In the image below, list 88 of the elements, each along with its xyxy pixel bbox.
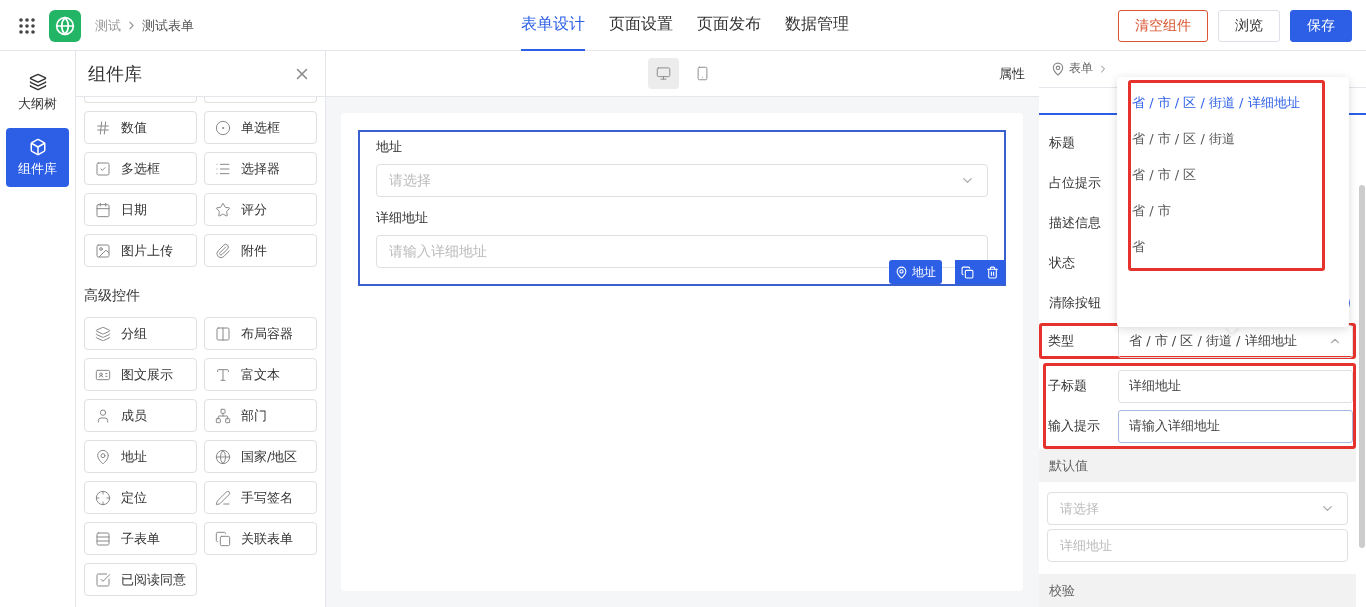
property-label: 类型	[1048, 332, 1075, 350]
component-tile[interactable]: 选择器	[204, 152, 317, 185]
component-tile[interactable]: 富文本	[204, 358, 317, 391]
toolbar-button[interactable]: 清空组件	[1118, 9, 1208, 42]
dropdown-option[interactable]: 省	[1131, 229, 1322, 265]
selected-field-frame[interactable]: 地址 请选择 详细地址 请输入详细地址 地址	[358, 130, 1006, 286]
scrollbar[interactable]	[1359, 185, 1365, 548]
tree-icon	[215, 407, 231, 424]
field-label: 地址	[376, 138, 403, 156]
component-tile[interactable]: 评分	[204, 193, 317, 226]
input-field[interactable]: 详细地址	[1118, 369, 1353, 403]
breadcrumb-item[interactable]: 表单	[1069, 60, 1093, 78]
input-field[interactable]: 请输入详细地址	[1118, 409, 1353, 443]
map-pin-icon	[1051, 61, 1065, 76]
crosshair-icon	[95, 489, 111, 506]
dropdown-option[interactable]: 省 / 市 / 区	[1131, 157, 1322, 193]
component-tile[interactable]: 布局容器	[204, 317, 317, 350]
phone-icon	[694, 66, 710, 81]
rail-item[interactable]: 大纲树	[6, 63, 69, 122]
radio-icon	[215, 119, 231, 136]
component-tile[interactable]	[204, 97, 317, 103]
star-icon	[215, 201, 231, 218]
map-pin-icon	[95, 448, 111, 465]
nav-tab[interactable]: 页面设置	[609, 0, 673, 51]
copy-icon[interactable]	[961, 265, 974, 279]
dropdown-option[interactable]: 省 / 市 / 区 / 街道 / 详细地址	[1131, 85, 1322, 121]
property-label: 输入提示	[1048, 417, 1101, 435]
component-tile[interactable]: 部门	[204, 399, 317, 432]
component-tile[interactable]: 多选框	[84, 152, 197, 185]
component-tile[interactable]: 数值	[84, 111, 197, 144]
columns-icon	[215, 325, 231, 342]
properties-label: 属性	[999, 64, 1025, 83]
component-tile[interactable]: 已阅读同意	[84, 563, 197, 596]
device-toggle[interactable]	[647, 58, 679, 89]
component-tile[interactable]: 日期	[84, 193, 197, 226]
component-tile[interactable]: 子表单	[84, 522, 197, 555]
toolbar-button[interactable]: 保存	[1290, 9, 1352, 42]
layers-icon	[95, 325, 111, 342]
checkbox-icon	[95, 571, 111, 588]
component-tile[interactable]: 分组	[84, 317, 197, 350]
text-icon	[215, 366, 231, 383]
dropdown-option[interactable]: 省 / 市 / 区 / 街道	[1131, 121, 1322, 157]
hash-icon	[95, 119, 111, 136]
property-label: 占位提示	[1049, 174, 1101, 192]
component-tile[interactable]: 关联表单	[204, 522, 317, 555]
property-label: 子标题	[1048, 377, 1088, 395]
field-label: 详细地址	[376, 209, 429, 227]
component-tile[interactable]: 定位	[84, 481, 197, 514]
component-tile[interactable]: 手写签名	[204, 481, 317, 514]
toolbar-button[interactable]: 浏览	[1218, 9, 1280, 42]
monitor-icon	[655, 66, 671, 81]
component-tile[interactable]: 单选框	[204, 111, 317, 144]
property-label: 清除按钮	[1049, 294, 1101, 312]
field-type-tag: 地址	[889, 260, 942, 284]
paperclip-icon	[215, 242, 231, 259]
section-header: 校验	[1039, 574, 1356, 607]
rail-item[interactable]: 组件库	[6, 128, 69, 187]
component-tile[interactable]: 国家/地区	[204, 440, 317, 473]
globe-icon	[215, 448, 231, 465]
nav-tab[interactable]: 数据管理	[785, 0, 849, 51]
delete-icon[interactable]	[986, 265, 999, 279]
property-label: 描述信息	[1049, 214, 1101, 232]
layers-icon	[28, 72, 47, 91]
calendar-icon	[95, 201, 111, 218]
dropdown-option[interactable]: 省 / 市	[1131, 193, 1322, 229]
component-tile[interactable]	[84, 97, 197, 103]
component-tile[interactable]: 地址	[84, 440, 197, 473]
component-tile[interactable]: 图文展示	[84, 358, 197, 391]
nav-tab[interactable]: 页面发布	[697, 0, 761, 51]
map-pin-icon	[895, 265, 908, 279]
component-tile[interactable]: 成员	[84, 399, 197, 432]
breadcrumb-item[interactable]: 测试表单	[142, 16, 194, 35]
component-tile[interactable]: 图片上传	[84, 234, 197, 267]
pen-icon	[215, 489, 231, 506]
cube-icon	[28, 137, 47, 156]
panel-title: 组件库	[88, 61, 142, 86]
checkbox-icon	[95, 160, 111, 177]
component-tile[interactable]: 附件	[204, 234, 317, 267]
table-icon	[95, 530, 111, 547]
image-icon	[95, 242, 111, 259]
user-icon	[95, 407, 111, 424]
property-label: 标题	[1049, 134, 1075, 152]
section-title: 高级控件	[84, 287, 141, 305]
copy-icon	[215, 530, 231, 547]
globe-icon	[55, 15, 75, 36]
apps-grid-icon[interactable]	[18, 17, 35, 34]
section-header: 默认值	[1039, 449, 1356, 482]
property-label: 状态	[1049, 254, 1075, 272]
